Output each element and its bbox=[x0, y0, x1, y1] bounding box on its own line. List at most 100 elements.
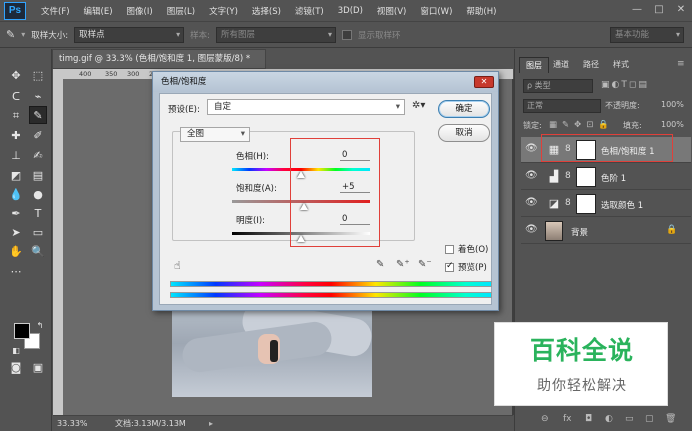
lock-options-icons[interactable]: ▦✎✥⊡🔒 bbox=[549, 120, 614, 130]
pen-tool-icon[interactable]: ✒ bbox=[7, 205, 25, 223]
document-tab[interactable]: timg.gif @ 33.3% (色相/饱和度 1, 图层蒙版/8) * bbox=[52, 49, 266, 69]
menu-image[interactable]: 图像(I) bbox=[120, 5, 160, 17]
tab-layers[interactable]: 图层 bbox=[519, 57, 549, 73]
visibility-eye-icon[interactable]: 👁 bbox=[525, 197, 538, 208]
layer-name: 色阶 1 bbox=[601, 174, 627, 184]
quick-select-tool-icon[interactable]: ⌁ bbox=[29, 88, 47, 106]
preview-checkbox[interactable] bbox=[445, 261, 454, 272]
maximize-button[interactable]: □ bbox=[650, 3, 668, 17]
menu-edit[interactable]: 编辑(E) bbox=[77, 5, 120, 17]
add-mask-icon[interactable]: ◘ bbox=[585, 414, 592, 424]
menu-help[interactable]: 帮助(H) bbox=[459, 5, 503, 17]
history-brush-tool-icon[interactable]: ✍ bbox=[29, 147, 47, 165]
crop-tool-icon[interactable]: ⌗ bbox=[7, 107, 25, 125]
blur-tool-icon[interactable]: 💧 bbox=[7, 186, 25, 204]
menu-file[interactable]: 文件(F) bbox=[34, 5, 77, 17]
menu-filter[interactable]: 滤镜(T) bbox=[288, 5, 331, 17]
minimize-button[interactable]: — bbox=[628, 3, 646, 17]
zoom-tool-icon[interactable]: 🔍 bbox=[29, 243, 47, 261]
menu-3d[interactable]: 3D(D) bbox=[331, 6, 370, 16]
options-bar: ✎ ▾ 取样大小: 取样点 样本: 所有图层 显示取样环 基本功能 bbox=[0, 22, 692, 48]
new-layer-icon[interactable]: ▢ bbox=[645, 414, 654, 424]
default-colors-icon[interactable]: ◧ bbox=[7, 342, 25, 360]
mask-link-icon[interactable]: 8 bbox=[565, 198, 571, 208]
colorize-checkbox[interactable] bbox=[445, 245, 454, 254]
screen-mode-icon[interactable]: ▣ bbox=[29, 359, 47, 377]
foreground-color-swatch[interactable] bbox=[14, 323, 30, 339]
preset-options-gear-icon[interactable]: ✲▾ bbox=[412, 100, 425, 111]
ok-button[interactable]: 确定 bbox=[438, 100, 490, 118]
new-group-folder-icon[interactable]: ▭ bbox=[625, 414, 634, 424]
targeted-adjustment-hand-icon[interactable]: ☝ bbox=[174, 259, 181, 272]
menu-layer[interactable]: 图层(L) bbox=[160, 5, 202, 17]
preview-option[interactable]: 预览(P) bbox=[445, 261, 487, 273]
trash-icon[interactable]: 🗑 bbox=[665, 414, 676, 424]
tab-paths[interactable]: 路径 bbox=[577, 57, 605, 73]
colorize-option[interactable]: 着色(O) bbox=[445, 243, 488, 255]
status-menu-icon[interactable]: ▸ bbox=[209, 416, 213, 431]
menu-window[interactable]: 窗口(W) bbox=[413, 5, 459, 17]
blend-mode-select[interactable]: 正常 bbox=[523, 99, 601, 113]
visibility-eye-icon[interactable]: 👁 bbox=[525, 143, 538, 154]
layer-mask-thumbnail[interactable] bbox=[576, 194, 596, 214]
show-ring-checkbox[interactable] bbox=[341, 29, 352, 40]
visibility-eye-icon[interactable]: 👁 bbox=[525, 170, 538, 181]
canvas-photo bbox=[172, 300, 372, 397]
layer-background[interactable]: 👁 背景 🔒 bbox=[521, 218, 691, 244]
dodge-tool-icon[interactable]: ● bbox=[29, 186, 47, 204]
close-window-button[interactable]: ✕ bbox=[672, 3, 690, 17]
opacity-value[interactable]: 100% bbox=[661, 100, 684, 116]
type-tool-icon[interactable]: T bbox=[29, 205, 47, 223]
layer-filter-icons[interactable]: ▣◐T◻▤ bbox=[601, 80, 649, 90]
eyedropper-add-icon[interactable]: ✎⁺ bbox=[396, 259, 410, 270]
menu-select[interactable]: 选择(S) bbox=[245, 5, 288, 17]
swap-colors-icon[interactable]: ↰ bbox=[31, 317, 49, 335]
menu-view[interactable]: 视图(V) bbox=[370, 5, 413, 17]
layer-mask-thumbnail[interactable] bbox=[576, 167, 596, 187]
cancel-button[interactable]: 取消 bbox=[438, 124, 490, 142]
brush-tool-icon[interactable]: ✐ bbox=[29, 127, 47, 145]
panel-menu-icon[interactable]: ≡ bbox=[677, 59, 685, 69]
layer-selective-color[interactable]: 👁 ◪ 8 选取颜色 1 bbox=[521, 191, 691, 217]
clone-stamp-tool-icon[interactable]: ⊥ bbox=[7, 147, 25, 165]
sample-size-select[interactable]: 取样点 bbox=[74, 26, 185, 43]
eyedropper-tool-icon[interactable]: ✎ bbox=[29, 106, 47, 124]
dialog-title[interactable]: 色相/饱和度 bbox=[153, 72, 498, 92]
eyedropper-icon[interactable]: ✎ bbox=[376, 259, 384, 270]
more-tools-icon[interactable]: ⋯ bbox=[7, 263, 25, 281]
highlight-box bbox=[290, 138, 380, 247]
path-select-tool-icon[interactable]: ➤ bbox=[7, 224, 25, 242]
status-bar: 33.33% 文档:3.13M/3.13M ▸ bbox=[53, 415, 513, 431]
zoom-level[interactable]: 33.33% bbox=[57, 416, 88, 431]
visibility-eye-icon[interactable]: 👁 bbox=[525, 224, 538, 235]
shape-tool-icon[interactable]: ▭ bbox=[29, 224, 47, 242]
layer-filter-kind[interactable]: ρ 类型 bbox=[523, 79, 593, 93]
layer-levels[interactable]: 👁 ▟ 8 色阶 1 bbox=[521, 164, 691, 190]
workspace-select[interactable]: 基本功能 bbox=[610, 26, 684, 43]
tab-styles[interactable]: 样式 bbox=[607, 57, 635, 73]
eyedropper-icon[interactable]: ✎ bbox=[6, 28, 15, 41]
fx-icon[interactable]: fx bbox=[563, 414, 572, 424]
preset-select[interactable]: 自定 bbox=[207, 99, 405, 115]
healing-brush-tool-icon[interactable]: ✚ bbox=[7, 127, 25, 145]
quick-mask-icon[interactable]: ◙ bbox=[7, 359, 25, 377]
tab-channels[interactable]: 通道 bbox=[547, 57, 575, 73]
tool-preset-picker[interactable]: ▾ bbox=[21, 30, 25, 39]
gradient-tool-icon[interactable]: ▤ bbox=[29, 167, 47, 185]
mask-link-icon[interactable]: 8 bbox=[565, 171, 571, 181]
show-ring-label: 显示取样环 bbox=[357, 30, 401, 41]
vertical-ruler bbox=[53, 79, 63, 415]
toolbox: ✥ ⬚ ᑕ ⌁ ⌗ ✎ ✚ ✐ ⊥ ✍ ◩ ▤ 💧 ● ✒ T ➤ ▭ ✋ 🔍 … bbox=[0, 49, 52, 431]
link-layers-icon[interactable]: ⊖ bbox=[541, 414, 549, 424]
eyedropper-subtract-icon[interactable]: ✎⁻ bbox=[418, 259, 432, 270]
menu-type[interactable]: 文字(Y) bbox=[202, 5, 245, 17]
lasso-tool-icon[interactable]: ᑕ bbox=[7, 88, 25, 106]
marquee-tool-icon[interactable]: ⬚ bbox=[29, 67, 47, 85]
new-adjustment-icon[interactable]: ◐ bbox=[605, 414, 613, 424]
move-tool-icon[interactable]: ✥ bbox=[7, 67, 25, 85]
sample-select[interactable]: 所有图层 bbox=[215, 26, 336, 43]
hand-tool-icon[interactable]: ✋ bbox=[7, 243, 25, 261]
edit-range-select[interactable]: 全图 bbox=[180, 127, 250, 142]
dialog-close-button[interactable]: ✕ bbox=[474, 76, 494, 88]
eraser-tool-icon[interactable]: ◩ bbox=[7, 167, 25, 185]
